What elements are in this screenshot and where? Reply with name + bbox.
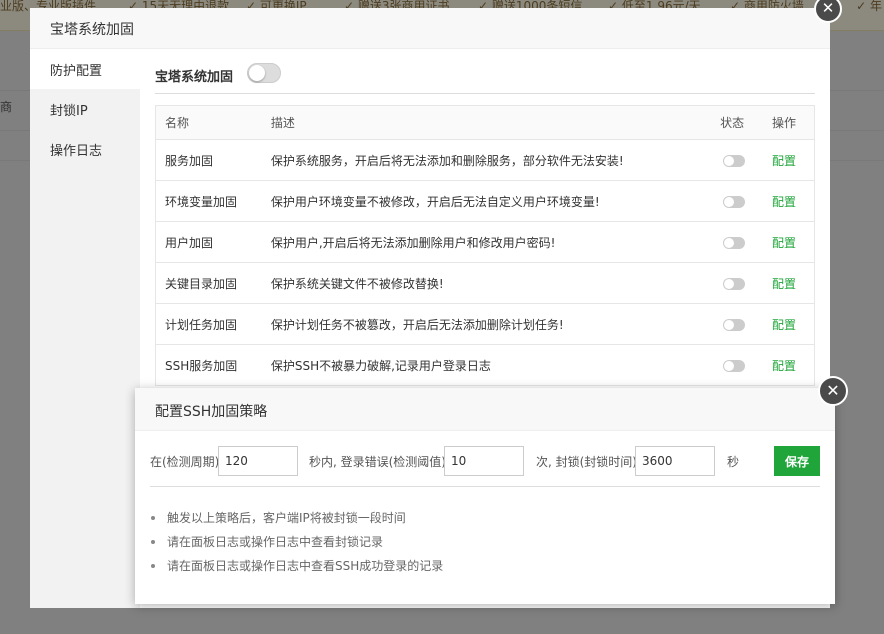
sidebar-item-blocked-ip[interactable]: 封锁IP [30,89,140,129]
row-name: 计划任务加固 [155,303,271,345]
row-status [720,303,773,345]
sidebar-item-protection[interactable]: 防护配置 [30,49,140,89]
list-item: 请在面板日志或操作日志中查看SSH成功登录的记录 [150,554,443,578]
row-name: 用户加固 [155,221,271,263]
ssh-policy-form: 在(检测周期) 秒内, 登录错误(检测阈值) 次, 封锁(封锁时间) 秒 保存 [150,446,820,476]
row-status [720,180,773,222]
sidebar-item-label: 防护配置 [50,64,103,79]
row-desc: 保护用户,开启后将无法添加删除用户和修改用户密码! [270,221,721,263]
row-name: SSH服务加固 [155,344,271,386]
column-header-desc: 描述 [270,105,721,140]
config-link[interactable]: 配置 [772,277,796,291]
ssh-config-dialog: 配置SSH加固策略 在(检测周期) 秒内, 登录错误(检测阈值) 次, 封锁(封… [135,388,835,604]
row-action: 配置 [772,303,815,345]
dialog-title: 宝塔系统加固 [50,22,134,38]
status-toggle[interactable] [723,154,746,167]
row-name: 服务加固 [155,139,271,181]
status-toggle[interactable] [723,277,746,290]
sidebar-item-operation-log[interactable]: 操作日志 [30,129,140,169]
row-status [720,221,773,263]
status-toggle[interactable] [723,195,746,208]
row-status [720,262,773,304]
config-link[interactable]: 配置 [772,154,796,168]
column-header-name: 名称 [155,105,271,140]
row-desc: 保护计划任务不被篡改，开启后无法添加删除计划任务! [270,303,721,345]
config-link[interactable]: 配置 [772,236,796,250]
table-header-row: 名称 描述 状态 操作 [155,105,815,140]
label-threshold: 秒内, 登录错误(检测阈值) [309,455,446,469]
list-item: 触发以上策略后，客户端IP将被封锁一段时间 [150,506,443,530]
dialog-header: 宝塔系统加固 [30,8,830,49]
label-period: 在(检测周期) [150,455,220,469]
sidebar-item-label: 封锁IP [50,104,88,119]
sidebar-item-label: 操作日志 [50,144,103,159]
section-divider [155,93,815,94]
table-row: 关键目录加固 保护系统关键文件不被修改替换! 配置 [155,262,815,304]
row-desc: 保护SSH不被暴力破解,记录用户登录日志 [270,344,721,386]
row-name: 环境变量加固 [155,180,271,222]
config-link[interactable]: 配置 [772,195,796,209]
row-desc: 保护系统服务，开启后将无法添加和删除服务，部分软件无法安装! [270,139,721,181]
threshold-input[interactable] [444,446,524,476]
toggle-knob [249,65,265,81]
row-status [720,139,773,181]
form-divider [150,486,820,487]
table-row: SSH服务加固 保护SSH不被暴力破解,记录用户登录日志 配置 [155,344,815,386]
row-name: 关键目录加固 [155,262,271,304]
row-action: 配置 [772,180,815,222]
row-desc: 保护用户环境变量不被修改，开启后无法自定义用户环境变量! [270,180,721,222]
row-action: 配置 [772,221,815,263]
row-desc: 保护系统关键文件不被修改替换! [270,262,721,304]
table-row: 用户加固 保护用户,开启后将无法添加删除用户和修改用户密码! 配置 [155,221,815,263]
table-row: 计划任务加固 保护计划任务不被篡改，开启后无法添加删除计划任务! 配置 [155,303,815,345]
label-block: 次, 封锁(封锁时间) [536,455,637,469]
dialog-title: 配置SSH加固策略 [155,404,268,420]
hardening-table: 名称 描述 状态 操作 服务加固 保护系统服务，开启后将无法添加和删除服务，部分… [155,105,815,386]
status-toggle[interactable] [723,318,746,331]
save-button[interactable]: 保存 [774,446,820,476]
block-time-input[interactable] [635,446,715,476]
tips-list: 触发以上策略后，客户端IP将被封锁一段时间 请在面板日志或操作日志中查看封锁记录… [150,506,443,578]
status-toggle[interactable] [723,359,746,372]
label-seconds: 秒 [727,455,740,469]
status-toggle[interactable] [723,236,746,249]
master-toggle[interactable] [247,63,281,83]
table-row: 服务加固 保护系统服务，开启后将无法添加和删除服务，部分软件无法安装! 配置 [155,139,815,181]
section-label: 宝塔系统加固 [155,70,234,85]
row-action: 配置 [772,262,815,304]
column-header-action: 操作 [772,105,815,140]
column-header-status: 状态 [720,105,773,140]
table-row: 环境变量加固 保护用户环境变量不被修改，开启后无法自定义用户环境变量! 配置 [155,180,815,222]
row-status [720,344,773,386]
config-link[interactable]: 配置 [772,359,796,373]
row-action: 配置 [772,139,815,181]
list-item: 请在面板日志或操作日志中查看封锁记录 [150,530,443,554]
dialog-header: 配置SSH加固策略 [135,388,835,431]
sidebar: 防护配置 封锁IP 操作日志 [30,49,140,608]
period-input[interactable] [218,446,298,476]
config-link[interactable]: 配置 [772,318,796,332]
close-icon[interactable]: ✕ [818,376,848,406]
row-action: 配置 [772,344,815,386]
